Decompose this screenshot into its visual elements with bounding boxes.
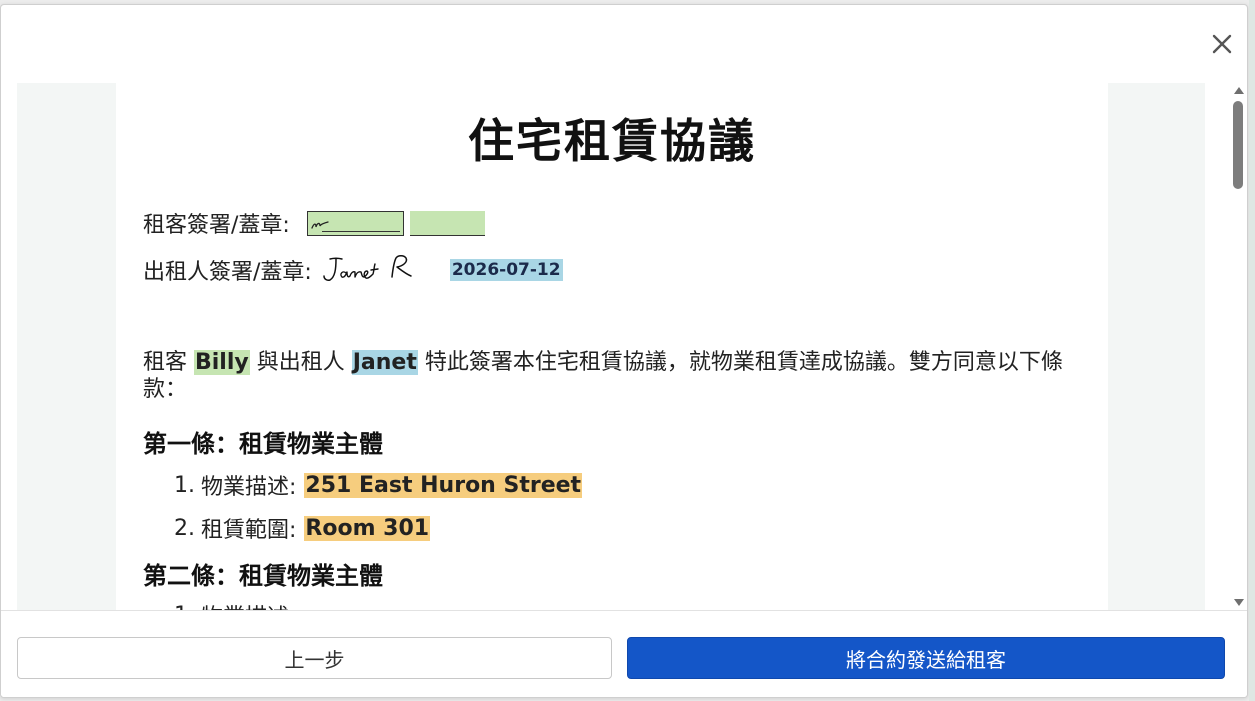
document-viewer[interactable]: 住宅租賃協議 租客簽署/蓋章: 出租人簽署/蓋章: 2026-07-12 租客 …: [17, 83, 1205, 610]
close-button[interactable]: [1207, 29, 1237, 59]
clause-item: 2. 租賃範圍: Room 301: [174, 512, 431, 544]
landlord-name-field[interactable]: Janet: [351, 350, 418, 375]
landlord-signature-row: 出租人簽署/蓋章: 2026-07-12: [143, 253, 563, 287]
tenant-signature-label: 租客簽署/蓋章:: [143, 213, 290, 238]
tenant-signature-row: 租客簽署/蓋章:: [143, 207, 485, 239]
clause-label: 物業描述:: [201, 475, 297, 500]
agreement-intro: 租客 Billy 與出租人 Janet 特此簽署本住宅租賃協議，就物業租賃達成協…: [143, 349, 1063, 403]
back-button[interactable]: 上一步: [17, 637, 612, 679]
clause-label: 物業描述: [201, 599, 289, 610]
tenant-signature-field[interactable]: [306, 210, 404, 236]
scroll-down-arrow-icon[interactable]: [1233, 598, 1245, 608]
rental-scope-field[interactable]: Room 301: [304, 515, 431, 541]
dialog-footer: 上一步 將合約發送給租客: [1, 610, 1247, 697]
clause-item: 1. 物業描述: [174, 599, 289, 611]
section-heading: 第二條：租賃物業主體: [143, 562, 383, 590]
document-title: 住宅租賃協議: [468, 114, 756, 168]
clause-number: 1.: [174, 603, 195, 611]
document-scrollbar[interactable]: [1229, 83, 1247, 610]
landlord-signature-label: 出租人簽署/蓋章:: [143, 260, 312, 285]
intro-text-1: 租客: [143, 350, 194, 375]
clause-number: 2.: [174, 515, 195, 541]
clause-item: 1. 物業描述: 251 East Huron Street: [174, 469, 583, 501]
tenant-name-field[interactable]: Billy: [194, 350, 250, 375]
signature-date-field[interactable]: 2026-07-12: [449, 259, 563, 281]
clause-number: 1.: [174, 472, 195, 498]
section-heading: 第一條：租賃物業主體: [143, 430, 383, 458]
background-window-edge: [1249, 0, 1255, 701]
contract-page: 住宅租賃協議 租客簽署/蓋章: 出租人簽署/蓋章: 2026-07-12 租客 …: [116, 83, 1108, 610]
send-contract-dialog: 住宅租賃協議 租客簽署/蓋章: 出租人簽署/蓋章: 2026-07-12 租客 …: [0, 4, 1248, 698]
intro-text-2: 與出租人: [249, 350, 352, 375]
property-description-field[interactable]: 251 East Huron Street: [304, 472, 583, 498]
scroll-thumb[interactable]: [1233, 101, 1243, 189]
tenant-stamp-field[interactable]: [409, 210, 485, 236]
send-to-tenant-button[interactable]: 將合約發送給租客: [627, 637, 1225, 679]
scroll-up-arrow-icon[interactable]: [1233, 85, 1245, 95]
landlord-signature-image: [323, 255, 412, 281]
clause-label: 租賃範圍:: [201, 518, 297, 543]
close-icon: [1212, 34, 1232, 54]
